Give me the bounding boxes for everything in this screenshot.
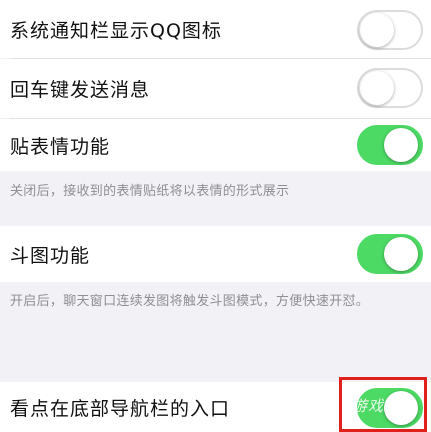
tray-icon-toggle[interactable] [357, 10, 423, 50]
setting-label: 贴表情功能 [10, 135, 111, 158]
setting-label: 看点在底部导航栏的入口 [10, 397, 231, 420]
toggle-knob [384, 128, 418, 162]
toggle-knob [360, 13, 394, 47]
sticker-note: 关闭后，接收到的表情贴纸将以表情的形式展示 [10, 184, 290, 199]
toggle-knob [360, 71, 394, 105]
setting-row-sticker[interactable]: 贴表情功能 [0, 119, 431, 171]
setting-label: 回车键发送消息 [10, 79, 151, 101]
enter-send-toggle[interactable] [357, 68, 423, 108]
doutu-toggle[interactable] [357, 234, 423, 274]
toggle-knob [384, 237, 418, 271]
setting-row-enter-send[interactable]: 回车键发送消息 [0, 59, 431, 118]
watermark: 游戏 [352, 397, 385, 415]
setting-row-tray-icon[interactable]: 系统通知栏显示QQ图标 [0, 0, 431, 58]
setting-row-doutu[interactable]: 斗图功能 [0, 226, 431, 282]
setting-label: 斗图功能 [10, 244, 91, 267]
setting-label: 系统通知栏显示QQ图标 [10, 19, 222, 42]
doutu-note: 开启后，聊天窗口连续发图将触发斗图模式，方便快速开怼。 [10, 294, 370, 309]
sticker-toggle[interactable] [357, 125, 423, 165]
